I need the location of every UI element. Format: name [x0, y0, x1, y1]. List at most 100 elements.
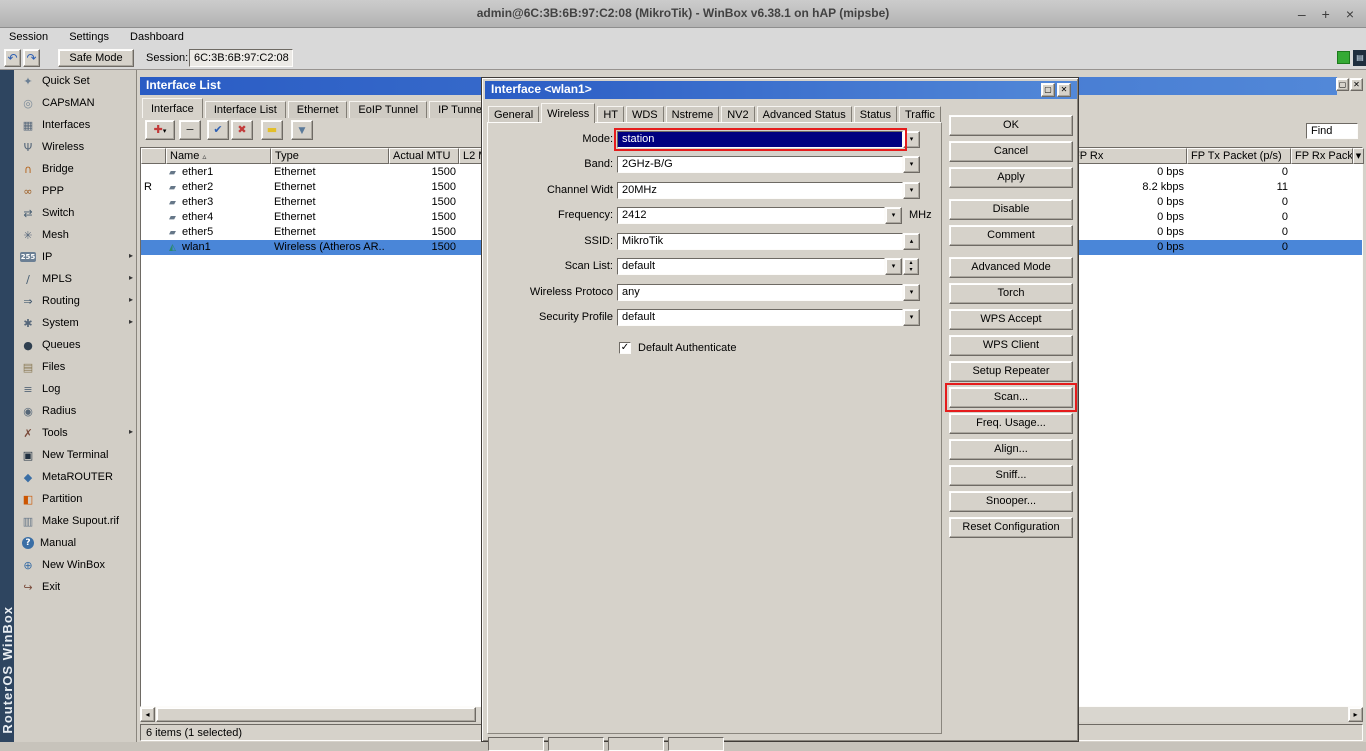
column-header-flag[interactable]	[141, 148, 166, 164]
sidebar-item-switch[interactable]: ⇄ Switch	[14, 202, 136, 224]
comment-button[interactable]: Comment	[949, 225, 1073, 246]
tab-interface-list[interactable]: Interface List	[204, 101, 286, 118]
system-titlebar[interactable]: admin@6C:3B:6B:97:C2:08 (MikroTik) - Win…	[0, 0, 1366, 28]
scan-list-dropdown-button[interactable]: ▾	[885, 258, 902, 275]
scroll-left-button[interactable]: ◂	[140, 707, 155, 722]
menu-dashboard[interactable]: Dashboard	[121, 28, 193, 43]
sidebar-item-files[interactable]: ▤ Files	[14, 356, 136, 378]
sidebar-item-tools[interactable]: ✗ Tools ▸	[14, 422, 136, 444]
sniff-button[interactable]: Sniff...	[949, 465, 1073, 486]
wireless-protocol-dropdown-button[interactable]: ▾	[903, 284, 920, 301]
sidebar-item-mesh[interactable]: ✳ Mesh	[14, 224, 136, 246]
frequency-combo[interactable]: 2412	[617, 207, 885, 224]
snooper-button[interactable]: Snooper...	[949, 491, 1073, 512]
remove-interface-button[interactable]: −	[179, 120, 201, 140]
sidebar-item-ppp[interactable]: ∞ PPP	[14, 180, 136, 202]
mode-dropdown-button[interactable]: ▾	[903, 131, 920, 148]
ok-button[interactable]: OK	[949, 115, 1073, 136]
sidebar-item-log[interactable]: ≡ Log	[14, 378, 136, 400]
sidebar-item-interfaces[interactable]: ▦ Interfaces	[14, 114, 136, 136]
session-field[interactable]: 6C:3B:6B:97:C2:08	[189, 49, 293, 67]
tab-nstreme[interactable]: Nstreme	[665, 106, 720, 123]
sidebar-item-mpls[interactable]: ∕ MPLS ▸	[14, 268, 136, 290]
interface-list-close-button[interactable]: ✕	[1350, 78, 1363, 91]
scroll-right-button[interactable]: ▸	[1348, 707, 1363, 722]
sidebar-item-wireless[interactable]: Ψ Wireless	[14, 136, 136, 158]
sidebar-item-routing[interactable]: ⇒ Routing ▸	[14, 290, 136, 312]
column-header-actual-mtu[interactable]: Actual MTU	[389, 148, 459, 164]
channel-width-dropdown-button[interactable]: ▾	[903, 182, 920, 199]
tab-wds[interactable]: WDS	[625, 106, 664, 123]
column-header-fp-rx[interactable]: FP Rx	[1069, 148, 1187, 164]
channel-width-combo[interactable]: 20MHz	[617, 182, 903, 199]
column-selector-button[interactable]: ▼	[1353, 148, 1364, 164]
tab-interface[interactable]: Interface	[142, 98, 203, 118]
frequency-dropdown-button[interactable]: ▾	[885, 207, 902, 224]
sidebar-item-capsman[interactable]: ◎ CAPsMAN	[14, 92, 136, 114]
dialog-close-button[interactable]: ✕	[1057, 83, 1071, 97]
tab-nv2[interactable]: NV2	[721, 106, 755, 123]
sidebar-item-manual[interactable]: ? Manual	[14, 532, 136, 554]
tab-general[interactable]: General	[488, 106, 540, 123]
column-header-type[interactable]: Type	[271, 148, 389, 164]
redo-button[interactable]: ↷	[23, 49, 40, 67]
ssid-up-button[interactable]: ▴	[903, 233, 920, 250]
tab-eoip-tunnel[interactable]: EoIP Tunnel	[349, 101, 428, 118]
security-profile-dropdown-button[interactable]: ▾	[903, 309, 920, 326]
sidebar-item-quick-set[interactable]: ✦ Quick Set	[14, 70, 136, 92]
minimize-button[interactable]: –	[1298, 6, 1306, 22]
reset-configuration-button[interactable]: Reset Configuration	[949, 517, 1073, 538]
comment-button[interactable]: ▬	[261, 120, 283, 140]
scan-list-spinner-button[interactable]: ▴ ▾	[903, 258, 919, 275]
sidebar-item-queues[interactable]: ● Queues	[14, 334, 136, 356]
dialog-restore-button[interactable]: ▢	[1041, 83, 1055, 97]
sidebar-item-radius[interactable]: ◉ Radius	[14, 400, 136, 422]
freq-usage-button[interactable]: Freq. Usage...	[949, 413, 1073, 434]
disable-button[interactable]: ✖	[231, 120, 253, 140]
tab-traffic[interactable]: Traffic	[898, 106, 941, 123]
tab-ht[interactable]: HT	[597, 106, 624, 123]
sidebar-item-new-winbox[interactable]: ⊕ New WinBox	[14, 554, 136, 576]
scan-button[interactable]: Scan...	[949, 387, 1073, 408]
interface-list-restore-button[interactable]: ▢	[1336, 78, 1349, 91]
column-header-name[interactable]: Name ▵	[166, 148, 271, 164]
close-button[interactable]: ×	[1346, 6, 1354, 22]
undo-button[interactable]: ↶	[4, 49, 21, 67]
tab-wireless[interactable]: Wireless	[541, 103, 596, 123]
add-interface-button[interactable]: ✚▾	[145, 120, 175, 140]
menu-settings[interactable]: Settings	[60, 28, 118, 43]
mode-combo[interactable]: station	[617, 131, 903, 148]
band-dropdown-button[interactable]: ▾	[903, 156, 920, 173]
wps-client-button[interactable]: WPS Client	[949, 335, 1073, 356]
tab-status[interactable]: Status	[853, 106, 897, 123]
find-button[interactable]: Find	[1306, 123, 1358, 139]
ssid-input[interactable]: MikroTik	[617, 233, 903, 250]
sidebar-item-ip[interactable]: 255 IP ▸	[14, 246, 136, 268]
apply-button[interactable]: Apply	[949, 167, 1073, 188]
advanced-mode-button[interactable]: Advanced Mode	[949, 257, 1073, 278]
disable-button[interactable]: Disable	[949, 199, 1073, 220]
enable-button[interactable]: ✔	[207, 120, 229, 140]
tab-advanced-status[interactable]: Advanced Status	[756, 106, 852, 123]
security-profile-combo[interactable]: default	[617, 309, 903, 326]
sidebar-item-bridge[interactable]: ∩ Bridge	[14, 158, 136, 180]
maximize-button[interactable]: +	[1322, 6, 1330, 22]
wps-accept-button[interactable]: WPS Accept	[949, 309, 1073, 330]
sidebar-item-system[interactable]: ✱ System ▸	[14, 312, 136, 334]
default-authenticate-checkbox[interactable]: ✓	[619, 342, 631, 354]
menu-session[interactable]: Session	[0, 28, 57, 43]
scan-list-combo[interactable]: default	[617, 258, 885, 275]
sidebar-item-exit[interactable]: ↪ Exit	[14, 576, 136, 598]
torch-button[interactable]: Torch	[949, 283, 1073, 304]
band-combo[interactable]: 2GHz-B/G	[617, 156, 903, 173]
sidebar-item-make-supout[interactable]: ▥ Make Supout.rif	[14, 510, 136, 532]
setup-repeater-button[interactable]: Setup Repeater	[949, 361, 1073, 382]
filter-button[interactable]: ▼	[291, 120, 313, 140]
sidebar-item-metarouter[interactable]: ◆ MetaROUTER	[14, 466, 136, 488]
column-header-fp-rx-packet[interactable]: FP Rx Packet (p/s)	[1291, 148, 1353, 164]
sidebar-item-partition[interactable]: ◧ Partition	[14, 488, 136, 510]
align-button[interactable]: Align...	[949, 439, 1073, 460]
scrollbar-thumb[interactable]	[156, 707, 476, 722]
tab-ethernet[interactable]: Ethernet	[287, 101, 348, 118]
sidebar-item-new-terminal[interactable]: ▣ New Terminal	[14, 444, 136, 466]
